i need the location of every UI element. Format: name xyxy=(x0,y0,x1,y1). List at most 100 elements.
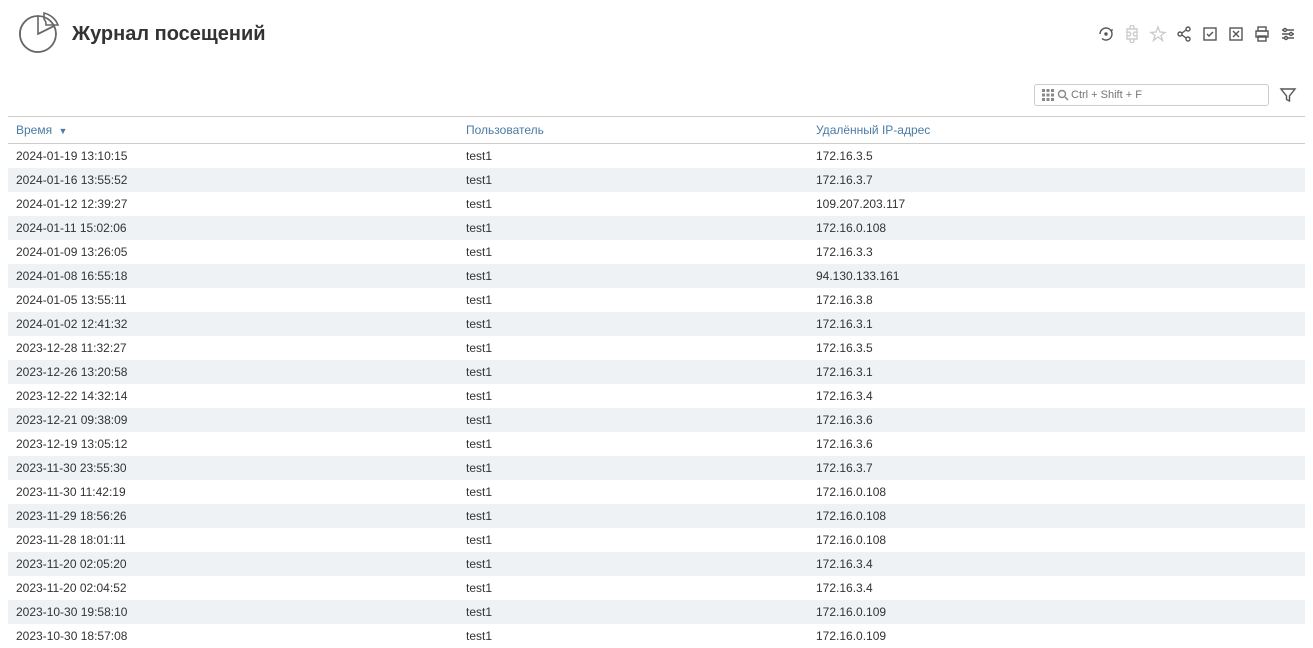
cell-time: 2024-01-08 16:55:18 xyxy=(8,264,458,288)
column-header-ip[interactable]: Удалённый IP-адрес xyxy=(808,117,1305,144)
table-row[interactable]: 2024-01-16 13:55:52test1172.16.3.7 xyxy=(8,168,1305,192)
column-header-time[interactable]: Время ▼ xyxy=(8,117,458,144)
cell-time: 2024-01-19 13:10:15 xyxy=(8,144,458,169)
cell-ip: 172.16.3.4 xyxy=(808,552,1305,576)
table-row[interactable]: 2024-01-12 12:39:27test1109.207.203.117 xyxy=(8,192,1305,216)
table-row[interactable]: 2023-11-20 02:04:52test1172.16.3.4 xyxy=(8,576,1305,600)
print-icon[interactable] xyxy=(1253,25,1271,43)
column-header-user[interactable]: Пользователь xyxy=(458,117,808,144)
table-row[interactable]: 2023-11-28 18:01:11test1172.16.0.108 xyxy=(8,528,1305,552)
cell-user: test1 xyxy=(458,240,808,264)
pie-chart-icon xyxy=(16,12,60,56)
cell-user: test1 xyxy=(458,576,808,600)
search-icon xyxy=(1057,89,1069,101)
refresh-icon[interactable] xyxy=(1097,25,1115,43)
settings-sliders-icon[interactable] xyxy=(1279,25,1297,43)
cell-user: test1 xyxy=(458,264,808,288)
sort-desc-icon: ▼ xyxy=(58,126,67,136)
search-input[interactable] xyxy=(1071,89,1262,101)
cell-user: test1 xyxy=(458,432,808,456)
cell-user: test1 xyxy=(458,216,808,240)
cell-time: 2023-11-20 02:04:52 xyxy=(8,576,458,600)
table-body: 2024-01-19 13:10:15test1172.16.3.52024-0… xyxy=(8,144,1305,648)
cell-time: 2024-01-11 15:02:06 xyxy=(8,216,458,240)
import-icon[interactable] xyxy=(1201,25,1219,43)
table-row[interactable]: 2023-12-28 11:32:27test1172.16.3.5 xyxy=(8,336,1305,360)
cell-time: 2023-12-21 09:38:09 xyxy=(8,408,458,432)
cell-user: test1 xyxy=(458,168,808,192)
cell-ip: 172.16.3.7 xyxy=(808,168,1305,192)
visits-table: Время ▼ Пользователь Удалённый IP-адрес … xyxy=(8,116,1305,648)
cell-time: 2023-12-28 11:32:27 xyxy=(8,336,458,360)
cell-ip: 172.16.3.7 xyxy=(808,456,1305,480)
cell-user: test1 xyxy=(458,336,808,360)
cell-ip: 172.16.3.5 xyxy=(808,336,1305,360)
cell-time: 2023-10-30 19:58:10 xyxy=(8,600,458,624)
cell-user: test1 xyxy=(458,480,808,504)
column-header-user-label: Пользователь xyxy=(466,123,544,137)
cell-time: 2023-12-19 13:05:12 xyxy=(8,432,458,456)
table-row[interactable]: 2024-01-02 12:41:32test1172.16.3.1 xyxy=(8,312,1305,336)
table-row[interactable]: 2023-11-30 23:55:30test1172.16.3.7 xyxy=(8,456,1305,480)
cell-user: test1 xyxy=(458,144,808,169)
cell-time: 2023-12-22 14:32:14 xyxy=(8,384,458,408)
table-row[interactable]: 2024-01-19 13:10:15test1172.16.3.5 xyxy=(8,144,1305,169)
toolbar xyxy=(1097,25,1297,43)
cell-user: test1 xyxy=(458,384,808,408)
table-row[interactable]: 2023-10-30 18:57:08test1172.16.0.109 xyxy=(8,624,1305,648)
cell-time: 2023-12-26 13:20:58 xyxy=(8,360,458,384)
table-row[interactable]: 2023-12-21 09:38:09test1172.16.3.6 xyxy=(8,408,1305,432)
cell-ip: 94.130.133.161 xyxy=(808,264,1305,288)
export-icon[interactable] xyxy=(1227,25,1245,43)
search-box[interactable] xyxy=(1034,84,1269,106)
table-header-row: Время ▼ Пользователь Удалённый IP-адрес xyxy=(8,117,1305,144)
cell-time: 2024-01-16 13:55:52 xyxy=(8,168,458,192)
cell-user: test1 xyxy=(458,528,808,552)
table-row[interactable]: 2024-01-08 16:55:18test194.130.133.161 xyxy=(8,264,1305,288)
table-row[interactable]: 2023-12-26 13:20:58test1172.16.3.1 xyxy=(8,360,1305,384)
table-row[interactable]: 2023-11-20 02:05:20test1172.16.3.4 xyxy=(8,552,1305,576)
cell-user: test1 xyxy=(458,624,808,648)
cell-time: 2024-01-09 13:26:05 xyxy=(8,240,458,264)
cell-time: 2023-11-28 18:01:11 xyxy=(8,528,458,552)
cell-ip: 172.16.0.108 xyxy=(808,528,1305,552)
cell-ip: 172.16.3.4 xyxy=(808,576,1305,600)
cell-user: test1 xyxy=(458,552,808,576)
cell-ip: 172.16.3.4 xyxy=(808,384,1305,408)
table-row[interactable]: 2023-10-30 19:58:10test1172.16.0.109 xyxy=(8,600,1305,624)
cell-ip: 172.16.0.108 xyxy=(808,504,1305,528)
cell-user: test1 xyxy=(458,192,808,216)
cell-ip: 172.16.0.108 xyxy=(808,480,1305,504)
column-header-time-label: Время xyxy=(16,123,52,137)
cell-ip: 172.16.0.108 xyxy=(808,216,1305,240)
search-row xyxy=(0,64,1313,116)
grid-icon xyxy=(1041,88,1055,102)
table-row[interactable]: 2023-11-29 18:56:26test1172.16.0.108 xyxy=(8,504,1305,528)
cell-time: 2023-10-30 18:57:08 xyxy=(8,624,458,648)
cell-time: 2023-11-29 18:56:26 xyxy=(8,504,458,528)
cell-time: 2023-11-20 02:05:20 xyxy=(8,552,458,576)
page-header: Журнал посещений xyxy=(0,0,1313,64)
table-row[interactable]: 2024-01-11 15:02:06test1172.16.0.108 xyxy=(8,216,1305,240)
cell-ip: 172.16.3.5 xyxy=(808,144,1305,169)
table-row[interactable]: 2023-11-30 11:42:19test1172.16.0.108 xyxy=(8,480,1305,504)
column-header-ip-label: Удалённый IP-адрес xyxy=(816,123,930,137)
table-row[interactable]: 2023-12-22 14:32:14test1172.16.3.4 xyxy=(8,384,1305,408)
cell-user: test1 xyxy=(458,408,808,432)
page-title: Журнал посещений xyxy=(72,23,1097,46)
cell-user: test1 xyxy=(458,456,808,480)
filter-icon[interactable] xyxy=(1279,86,1297,104)
table-row[interactable]: 2024-01-05 13:55:11test1172.16.3.8 xyxy=(8,288,1305,312)
cell-time: 2024-01-05 13:55:11 xyxy=(8,288,458,312)
cell-ip: 172.16.3.6 xyxy=(808,408,1305,432)
cell-ip: 172.16.3.1 xyxy=(808,360,1305,384)
cell-ip: 172.16.3.8 xyxy=(808,288,1305,312)
table-row[interactable]: 2024-01-09 13:26:05test1172.16.3.3 xyxy=(8,240,1305,264)
table-row[interactable]: 2023-12-19 13:05:12test1172.16.3.6 xyxy=(8,432,1305,456)
cell-time: 2024-01-02 12:41:32 xyxy=(8,312,458,336)
cell-time: 2023-11-30 11:42:19 xyxy=(8,480,458,504)
cell-ip: 172.16.3.3 xyxy=(808,240,1305,264)
cell-user: test1 xyxy=(458,312,808,336)
cell-ip: 172.16.0.109 xyxy=(808,600,1305,624)
share-icon[interactable] xyxy=(1175,25,1193,43)
